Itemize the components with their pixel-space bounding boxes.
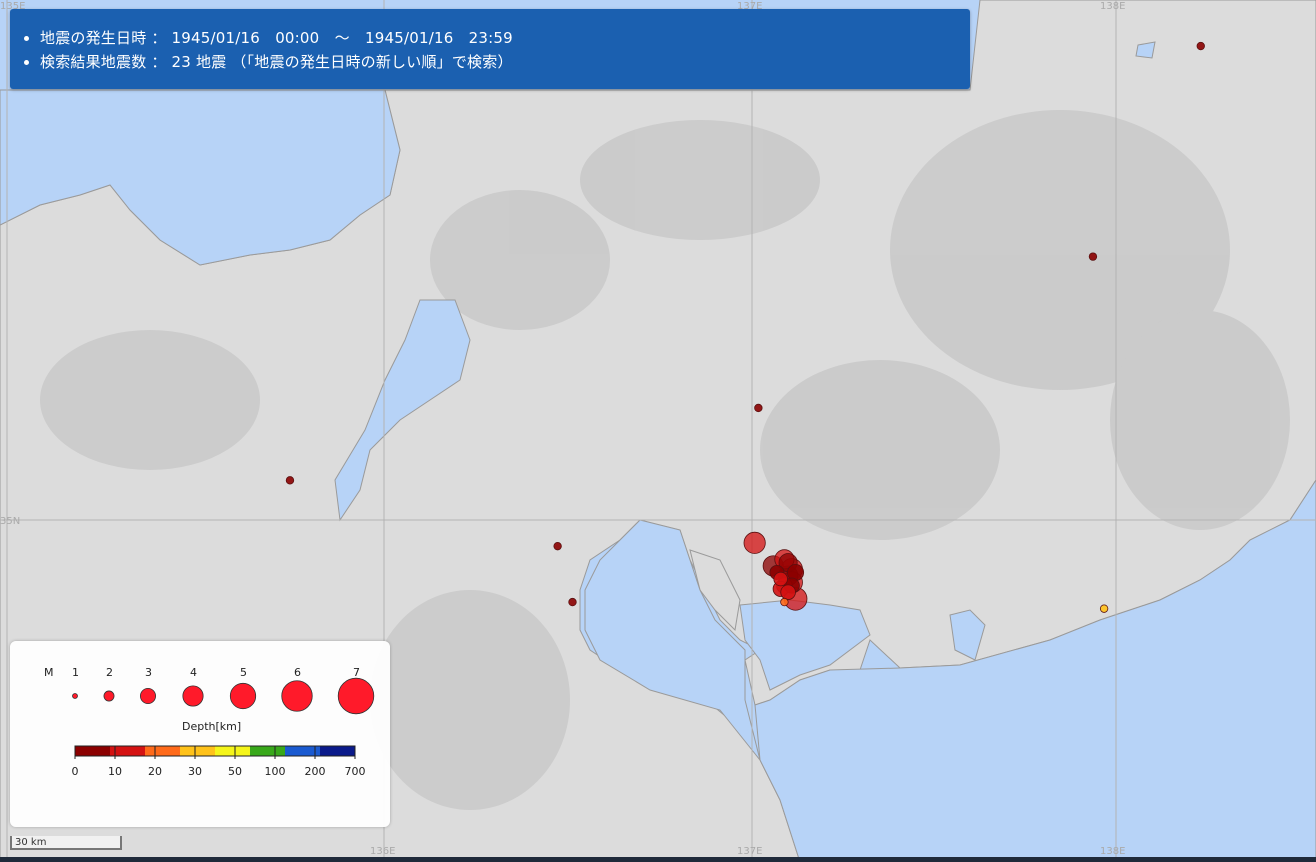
magnitude-label: M [44, 666, 54, 679]
magnitude-circle-4 [182, 685, 204, 707]
magnitude-circle-3 [139, 688, 156, 705]
depth-color-segment [180, 746, 215, 756]
depth-color-segment [75, 746, 110, 756]
depth-tick-200: 200 [305, 765, 326, 778]
earthquake-marker[interactable] [780, 584, 796, 600]
magnitude-circle-2 [103, 690, 115, 702]
earthquake-marker[interactable] [1196, 41, 1205, 51]
magnitude-tick-3: 3 [145, 666, 152, 679]
legend-panel: M 1 2 3 4 5 6 7 Depth[km] 0 10 20 30 50 100 200 700 [10, 641, 390, 827]
magnitude-tick-6: 6 [294, 666, 301, 679]
magnitude-circle-5 [229, 682, 257, 710]
magnitude-circle-7 [337, 677, 375, 715]
earthquake-marker[interactable] [754, 403, 763, 413]
depth-color-segment [145, 746, 180, 756]
earthquake-marker[interactable] [568, 597, 577, 607]
earthquake-marker[interactable] [1099, 604, 1109, 613]
lat-label-35: 35N [0, 516, 20, 527]
earthquake-marker[interactable] [773, 571, 788, 587]
magnitude-circle-6 [281, 680, 313, 712]
magnitude-tick-2: 2 [106, 666, 113, 679]
lon-label-138: 138E [1100, 846, 1125, 857]
scale-label: 30 km [15, 837, 47, 848]
earthquake-marker[interactable] [743, 531, 766, 554]
lon-label-138-top: 138E [1100, 1, 1125, 12]
result-count-text: 検索結果地震数 ： 23 地震 （「地震の発生日時の新しい順」で検索） [40, 50, 970, 74]
depth-tick-50: 50 [228, 765, 242, 778]
depth-tick-20: 20 [148, 765, 162, 778]
depth-tick-30: 30 [188, 765, 202, 778]
earthquake-marker[interactable] [553, 541, 562, 551]
magnitude-tick-1: 1 [72, 666, 79, 679]
depth-title: Depth[km] [182, 720, 241, 733]
earthquake-marker[interactable] [1088, 252, 1098, 261]
magnitude-legend: 1 2 3 4 5 6 7 [72, 666, 375, 715]
lake-suwa [1135, 41, 1156, 59]
depth-tick-700: 700 [345, 765, 366, 778]
date-range-text: 地震の発生日時 ： 1945/01/16 00:00 ～ 1945/01/16 … [40, 26, 970, 50]
lon-label-137: 137E [737, 846, 762, 857]
lon-label-136: 136E [370, 846, 395, 857]
depth-tick-100: 100 [265, 765, 286, 778]
depth-tick-0: 0 [72, 765, 79, 778]
magnitude-tick-4: 4 [190, 666, 197, 679]
depth-color-segment [320, 746, 355, 756]
magnitude-tick-5: 5 [240, 666, 247, 679]
magnitude-tick-7: 7 [353, 666, 360, 679]
search-info-panel: 地震の発生日時 ： 1945/01/16 00:00 ～ 1945/01/16 … [10, 9, 970, 89]
bottom-strip [0, 857, 1316, 862]
depth-color-segment [215, 746, 250, 756]
scale-bar: 30 km [10, 836, 122, 850]
depth-color-segment [250, 746, 285, 756]
magnitude-circle-1 [72, 693, 78, 699]
earthquake-marker[interactable] [780, 597, 789, 607]
earthquake-marker[interactable] [285, 476, 295, 485]
depth-color-bar: 0 10 20 30 50 100 200 700 [72, 745, 366, 778]
depth-tick-10: 10 [108, 765, 122, 778]
